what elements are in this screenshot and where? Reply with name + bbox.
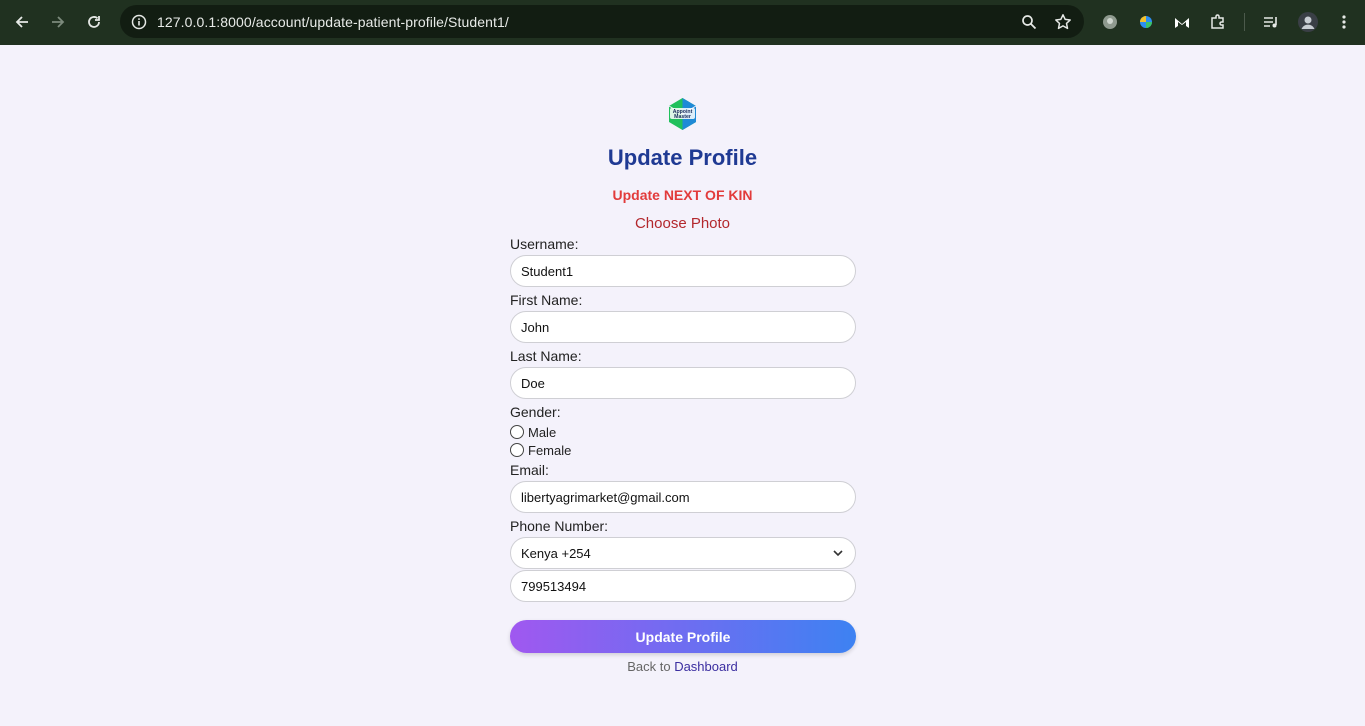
extension-icon-2[interactable] [1131,6,1161,38]
profile-avatar-icon[interactable] [1293,6,1323,38]
dashboard-link[interactable]: Dashboard [674,659,738,674]
extensions-puzzle-icon[interactable] [1203,6,1233,38]
gender-option-female[interactable]: Female [510,441,856,459]
male-radio-label: Male [528,424,557,440]
update-profile-form: Username: Student1 First Name: John Last… [510,235,856,653]
last-name-label: Last Name: [510,348,582,364]
svg-text:Master: Master [674,114,691,120]
media-control-icon[interactable] [1256,6,1286,38]
username-label: Username: [510,236,579,252]
page-title: Update Profile [607,145,758,170]
forward-arrow-icon[interactable] [40,4,76,40]
phone-label: Phone Number: [510,518,609,534]
gender-option-male[interactable]: Male [510,423,856,441]
first-name-label: First Name: [510,292,583,308]
site-info-icon[interactable] [123,5,155,38]
bookmark-star-icon[interactable] [1050,9,1076,35]
female-radio-label: Female [528,442,572,458]
update-profile-button[interactable]: Update Profile [510,620,856,653]
zoom-icon[interactable] [1016,9,1042,35]
email-input[interactable]: libertyagrimarket@gmail.com [510,481,856,513]
toolbar-separator [1244,13,1245,31]
browser-toolbar: 127.0.0.1:8000/account/update-patient-pr… [0,0,1365,45]
gender-label: Gender: [510,404,561,420]
male-radio[interactable] [510,425,524,439]
first-name-input[interactable]: John [510,311,856,343]
female-radio[interactable] [510,443,524,457]
appoint-master-logo: Appoint Master [665,96,700,132]
choose-photo-button[interactable]: Choose Photo [0,215,1365,232]
phone-number-input[interactable]: 799513494 [510,570,856,602]
address-bar[interactable]: 127.0.0.1:8000/account/update-patient-pr… [120,5,1084,38]
url-text[interactable]: 127.0.0.1:8000/account/update-patient-pr… [157,14,509,30]
back-to-dashboard: Back to Dashboard [0,659,1365,674]
country-code-select[interactable]: Kenya +254 [510,537,856,569]
extension-icon-1[interactable] [1095,6,1125,38]
chrome-menu-icon[interactable] [1329,6,1359,38]
malwarebytes-icon[interactable] [1167,6,1197,38]
back-arrow-icon[interactable] [4,4,40,40]
update-next-of-kin-link[interactable]: Update NEXT OF KIN [0,187,1365,203]
country-code-value: Kenya +254 [521,545,591,561]
page-content: Appoint Master Update Profile Update NEX… [0,45,1365,726]
email-label: Email: [510,462,549,478]
username-input[interactable]: Student1 [510,255,856,287]
back-text: Back to [627,659,671,674]
last-name-input[interactable]: Doe [510,367,856,399]
chevron-down-icon [833,550,843,557]
reload-icon[interactable] [76,4,112,40]
